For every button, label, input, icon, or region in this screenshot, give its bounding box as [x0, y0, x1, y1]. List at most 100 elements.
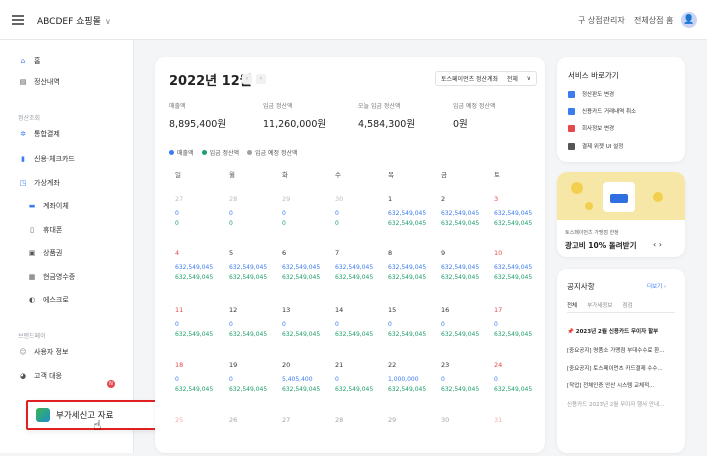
calendar-day[interactable]: 29 0 0	[282, 195, 336, 235]
day-number: 20	[282, 361, 291, 369]
stat-0: 매출액 8,895,400원	[169, 101, 226, 130]
calendar-day[interactable]: 28 0 0	[229, 195, 283, 235]
notice-item[interactable]: 신용카드 2023년 2월 무이자 행사 안내...	[567, 400, 679, 408]
day-number: 6	[282, 249, 287, 257]
calendar-day[interactable]: 26	[229, 416, 283, 456]
notice-item[interactable]: [중요공지] 명품소 가맹점 부대수수료 환...	[567, 346, 679, 354]
sidebar-item-card[interactable]: ▮ 신용·체크카드	[0, 151, 134, 167]
calendar-day[interactable]: 21 0 632,549,045	[335, 361, 389, 401]
calendar-day[interactable]: 5 632,549,045 632,549,045	[229, 249, 283, 289]
day-number: 25	[175, 416, 184, 424]
calendar-day[interactable]: 16 0 632,549,045	[441, 306, 495, 346]
calendar-day[interactable]: 1 632,549,045 632,549,045	[388, 195, 442, 235]
sidebar-item-phone[interactable]: ▯ 휴대폰	[0, 222, 134, 238]
sidebar-item-transfer[interactable]: ▬ 계좌이체	[0, 198, 134, 214]
sidebar-item-virtual-account[interactable]: ◳ 가상계좌	[0, 175, 134, 191]
store-selector[interactable]: ABCDEF 쇼핑몰 ∨	[37, 14, 111, 27]
all-stores-home-link[interactable]: 전체상점 홈	[634, 15, 673, 26]
sales-amount: 632,549,045	[494, 210, 533, 217]
sidebar-item-payment[interactable]: ✲ 통합결제	[0, 126, 134, 142]
settled-amount: 632,549,045	[229, 274, 268, 281]
calendar-day[interactable]: 27 0 0	[175, 195, 229, 235]
sidebar-item-home[interactable]: ⌂ 홈	[0, 53, 134, 69]
sidebar-item-label: 상품권	[43, 249, 63, 257]
section-label-brandpay: 브랜드페이	[18, 333, 46, 340]
legend-item: 입금 예정 정산액	[247, 148, 298, 157]
section-label-settlement: 정산조회	[18, 115, 41, 122]
notice-more-link[interactable]: 더보기 ›	[647, 282, 666, 290]
calendar-day[interactable]: 19 0 632,549,045	[229, 361, 283, 401]
sidebar-item-ledger[interactable]: ▤ 정산내역	[0, 74, 134, 90]
account-select[interactable]: 토스페이먼츠 정산계좌 전체 ∨	[435, 71, 537, 86]
settled-amount: 632,549,045	[175, 386, 214, 393]
banner-title: 광고비 10% 돌려받기	[565, 241, 637, 250]
notice-item[interactable]: [작업] 전체인증 안산 시스템 교체적...	[567, 381, 679, 389]
calendar-day[interactable]: 9 632,549,045 632,549,045	[441, 249, 495, 289]
sales-amount: 0	[229, 210, 233, 217]
calendar-day[interactable]: 2 632,549,045 632,549,045	[441, 195, 495, 235]
day-number: 23	[441, 361, 450, 369]
calendar-day[interactable]: 18 0 632,549,045	[175, 361, 229, 401]
calendar-day[interactable]: 6 632,549,045 632,549,045	[282, 249, 336, 289]
legend-label: 매출액	[177, 150, 194, 157]
prev-month-button[interactable]: ‹	[242, 74, 252, 84]
calendar-day[interactable]: 23 0 632,549,045	[441, 361, 495, 401]
calendar-day[interactable]: 10 632,549,045 632,549,045	[494, 249, 548, 289]
settled-amount: 632,549,045	[335, 331, 374, 338]
sidebar-item-receipt[interactable]: ▦ 현금영수증	[0, 269, 134, 285]
sales-amount: 632,549,045	[441, 210, 480, 217]
shortcut-icon	[568, 124, 575, 132]
divider	[567, 312, 675, 313]
calendar-day[interactable]: 8 632,549,045 632,549,045	[388, 249, 442, 289]
promo-banner[interactable]: 토스페이먼츠 가맹점 한정 광고비 10% 돌려받기 ‹ ›	[557, 172, 685, 257]
notice-item[interactable]: 📌 2023년 2월 신용카드 무이자 할부	[567, 327, 679, 335]
calendar-day[interactable]: 27	[282, 416, 336, 456]
calendar-day[interactable]: 12 0 632,549,045	[229, 306, 283, 346]
calendar-day[interactable]: 25	[175, 416, 229, 456]
day-number: 14	[335, 306, 344, 314]
day-number: 10	[494, 249, 503, 257]
service-link[interactable]: 결제 위젯 UI 설정	[568, 142, 623, 150]
banner-pager[interactable]: ‹ ›	[653, 240, 662, 249]
banner-subtitle: 토스페이먼츠 가맹점 한정	[565, 230, 619, 236]
notice-item[interactable]: [중요공지] 토스페이먼츠 카드결제 수수...	[567, 364, 679, 372]
sidebar-item-escrow[interactable]: ◐ 에스크로	[0, 292, 134, 308]
vat-report-icon	[36, 408, 50, 422]
next-month-button[interactable]: ›	[256, 74, 266, 84]
sidebar-item-support[interactable]: ◕ 고객 대응	[0, 368, 134, 384]
menu-icon[interactable]	[12, 15, 24, 25]
calendar-day[interactable]: 30 0 0	[335, 195, 389, 235]
calendar-day[interactable]: 30	[441, 416, 495, 456]
sidebar-item-user[interactable]: ☺ 사용자 정보	[0, 344, 134, 360]
calendar-day[interactable]: 13 0 632,549,045	[282, 306, 336, 346]
stat-3: 입금 예정 정산액 0원	[453, 101, 495, 130]
service-link[interactable]: 신용카드 거래내역 취소	[568, 107, 636, 115]
calendar-day[interactable]: 29	[388, 416, 442, 456]
calendar-day[interactable]: 15 0 632,549,045	[388, 306, 442, 346]
top-bar: ABCDEF 쇼핑몰 ∨ 구 상점관리자 전체상점 홈 👤	[0, 0, 707, 40]
calendar-day[interactable]: 7 632,549,045 632,549,045	[335, 249, 389, 289]
calendar-day[interactable]: 28	[335, 416, 389, 456]
stat-value: 0원	[453, 119, 468, 130]
legend-dot	[247, 150, 253, 155]
service-link[interactable]: 정산판도 변경	[568, 90, 614, 98]
day-number: 5	[229, 249, 234, 257]
calendar-day[interactable]: 11 0 632,549,045	[175, 306, 229, 346]
calendar-day[interactable]: 17 0 632,549,045	[494, 306, 548, 346]
calendar-day[interactable]: 4 632,549,045 632,549,045	[175, 249, 229, 289]
calendar-day[interactable]: 24 0 632,549,045	[494, 361, 548, 401]
calendar-day[interactable]: 22 1,000,000 632,549,045	[388, 361, 442, 401]
sidebar-item-giftcard[interactable]: ▣ 상품권	[0, 245, 134, 261]
service-link[interactable]: 회사정보 변경	[568, 124, 614, 132]
calendar-day[interactable]: 20 5,405,400 632,549,045	[282, 361, 336, 401]
avatar[interactable]: 👤	[681, 12, 697, 28]
sidebar-item-label: 가상계좌	[34, 179, 60, 187]
calendar-day[interactable]: 3 632,549,045 632,549,045	[494, 195, 548, 235]
old-admin-link[interactable]: 구 상점관리자	[578, 15, 625, 26]
phone-icon: ▯	[30, 226, 34, 234]
ledger-icon: ▤	[19, 78, 27, 86]
day-number: 13	[282, 306, 291, 314]
calendar-day[interactable]: 31	[494, 416, 548, 456]
calendar-day[interactable]: 14 0 632,549,045	[335, 306, 389, 346]
sidebar-item-label: 홈	[34, 57, 41, 65]
